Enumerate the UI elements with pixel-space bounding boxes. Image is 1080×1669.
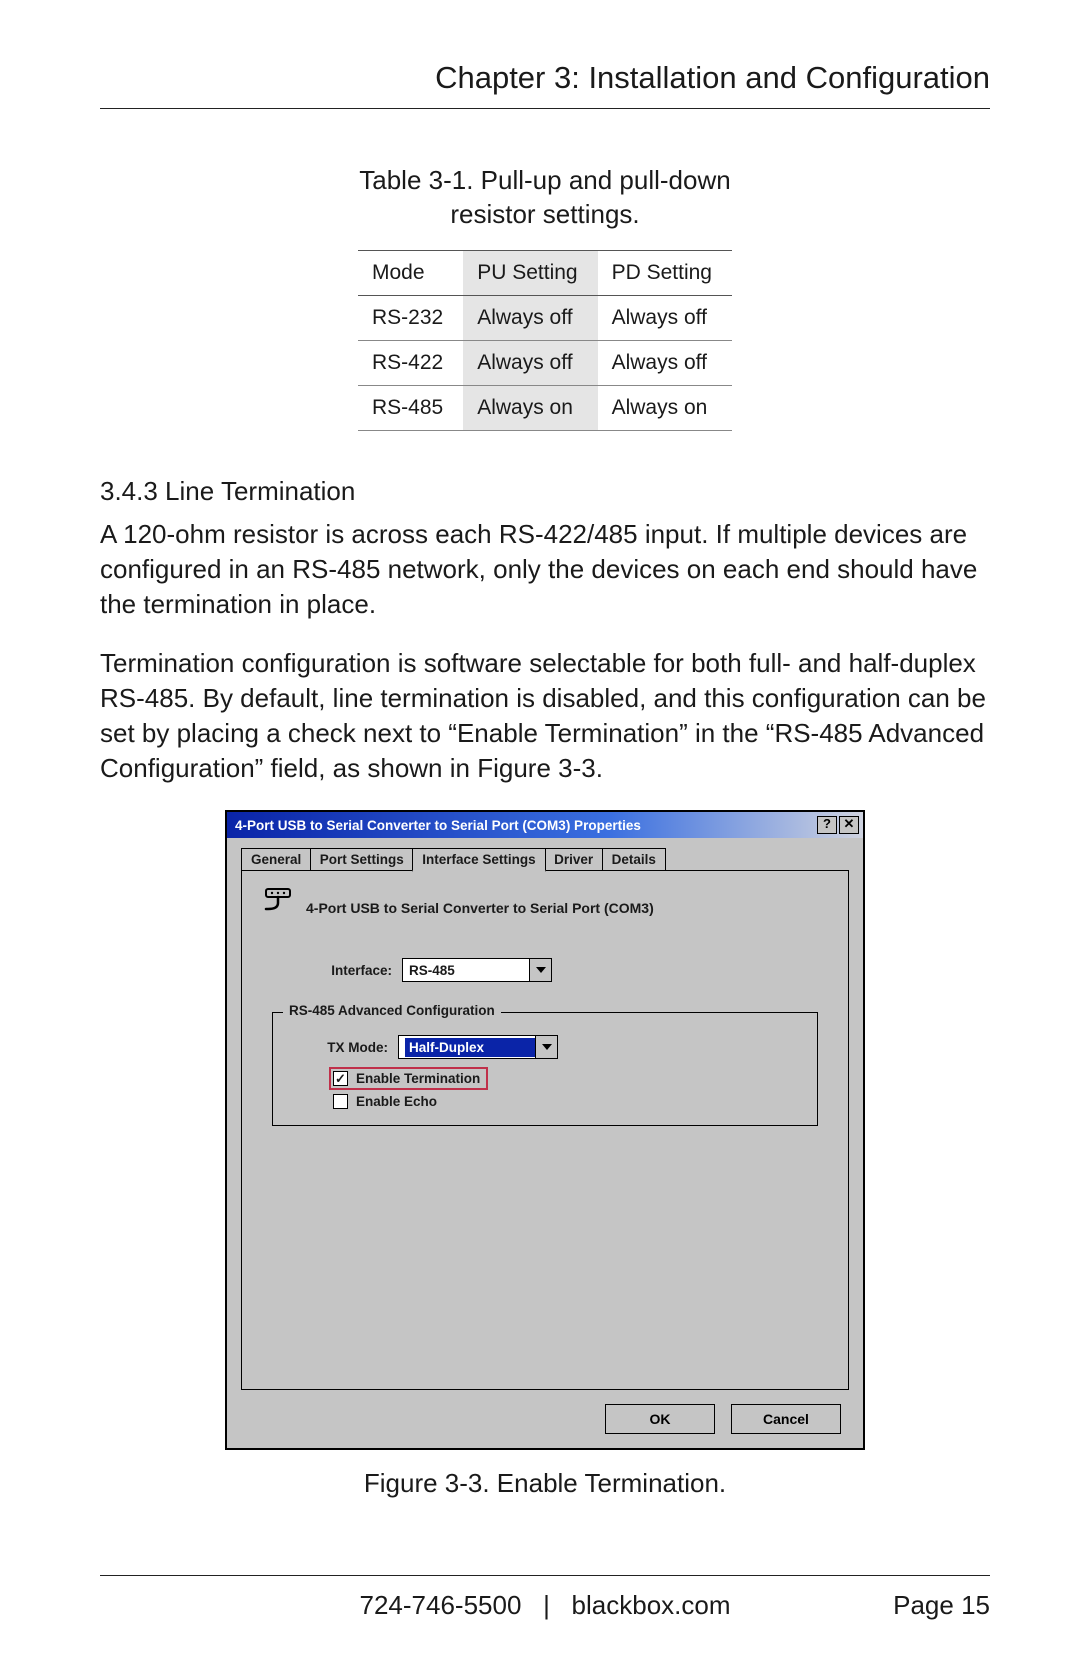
page-number: Page 15 <box>840 1590 990 1621</box>
tab-interface-settings[interactable]: Interface Settings <box>412 848 545 872</box>
cancel-button[interactable]: Cancel <box>731 1404 841 1434</box>
tab-driver[interactable]: Driver <box>544 848 603 870</box>
enable-termination-checkbox[interactable]: ✓ <box>333 1071 348 1086</box>
resistor-settings-table: Mode PU Setting PD Setting RS-232 Always… <box>358 250 732 431</box>
tab-details[interactable]: Details <box>602 848 666 870</box>
table-caption: Table 3-1. Pull-up and pull-down resisto… <box>100 164 990 232</box>
cell-pd: Always off <box>598 295 732 340</box>
paragraph: A 120-ohm resistor is across each RS-422… <box>100 517 990 622</box>
table-row: RS-422 Always off Always off <box>358 340 732 385</box>
table-caption-line1: Table 3-1. Pull-up and pull-down <box>359 165 730 195</box>
section-heading: 3.4.3 Line Termination <box>100 476 990 507</box>
help-button[interactable]: ? <box>817 816 837 834</box>
tx-mode-value: Half-Duplex <box>405 1038 535 1057</box>
dialog-title: 4-Port USB to Serial Converter to Serial… <box>235 818 817 833</box>
footer-site: blackbox.com <box>572 1590 731 1620</box>
paragraph: Termination configuration is software se… <box>100 646 990 786</box>
cell-pu: Always on <box>463 385 597 430</box>
enable-echo-checkbox[interactable] <box>333 1094 348 1109</box>
fieldset-legend: RS-485 Advanced Configuration <box>283 1003 501 1018</box>
enable-echo-label: Enable Echo <box>356 1094 437 1109</box>
ok-button[interactable]: OK <box>605 1404 715 1434</box>
cell-pd: Always off <box>598 340 732 385</box>
serial-port-icon <box>262 887 294 928</box>
interface-combo[interactable]: RS-485 <box>402 958 552 982</box>
table-caption-line2: resistor settings. <box>450 199 639 229</box>
cell-mode: RS-232 <box>358 295 463 340</box>
table-row: RS-232 Always off Always off <box>358 295 732 340</box>
cell-pu: Always off <box>463 295 597 340</box>
properties-dialog: 4-Port USB to Serial Converter to Serial… <box>225 810 865 1450</box>
enable-echo-row[interactable]: Enable Echo <box>333 1094 797 1109</box>
interface-value: RS-485 <box>409 963 455 978</box>
col-mode-header: Mode <box>358 250 463 295</box>
rs485-advanced-fieldset: RS-485 Advanced Configuration TX Mode: H… <box>272 1012 818 1126</box>
chapter-title: Chapter 3: Installation and Configuratio… <box>100 60 990 109</box>
tab-general[interactable]: General <box>241 848 311 870</box>
col-pu-header: PU Setting <box>463 250 597 295</box>
enable-termination-label: Enable Termination <box>356 1071 480 1086</box>
table-row: RS-485 Always on Always on <box>358 385 732 430</box>
device-label: 4-Port USB to Serial Converter to Serial… <box>306 900 654 916</box>
figure-caption: Figure 3-3. Enable Termination. <box>100 1468 990 1499</box>
cell-pu: Always off <box>463 340 597 385</box>
cell-mode: RS-422 <box>358 340 463 385</box>
tab-panel: 4-Port USB to Serial Converter to Serial… <box>241 870 849 1390</box>
col-pd-header: PD Setting <box>598 250 732 295</box>
page-footer: 724-746-5500 | blackbox.com Page 15 <box>100 1575 990 1621</box>
close-button[interactable]: ✕ <box>839 816 859 834</box>
chevron-down-icon <box>529 959 551 981</box>
tx-mode-combo[interactable]: Half-Duplex <box>398 1035 558 1059</box>
enable-termination-row[interactable]: ✓ Enable Termination <box>331 1069 486 1088</box>
cell-mode: RS-485 <box>358 385 463 430</box>
tab-strip: General Port Settings Interface Settings… <box>241 848 849 870</box>
dialog-titlebar: 4-Port USB to Serial Converter to Serial… <box>227 812 863 838</box>
tx-mode-label: TX Mode: <box>313 1040 388 1055</box>
footer-phone: 724-746-5500 <box>360 1590 522 1620</box>
cell-pd: Always on <box>598 385 732 430</box>
chevron-down-icon <box>535 1036 557 1058</box>
interface-label: Interface: <box>312 963 392 978</box>
tab-port-settings[interactable]: Port Settings <box>310 848 414 870</box>
footer-separator: | <box>543 1590 550 1620</box>
